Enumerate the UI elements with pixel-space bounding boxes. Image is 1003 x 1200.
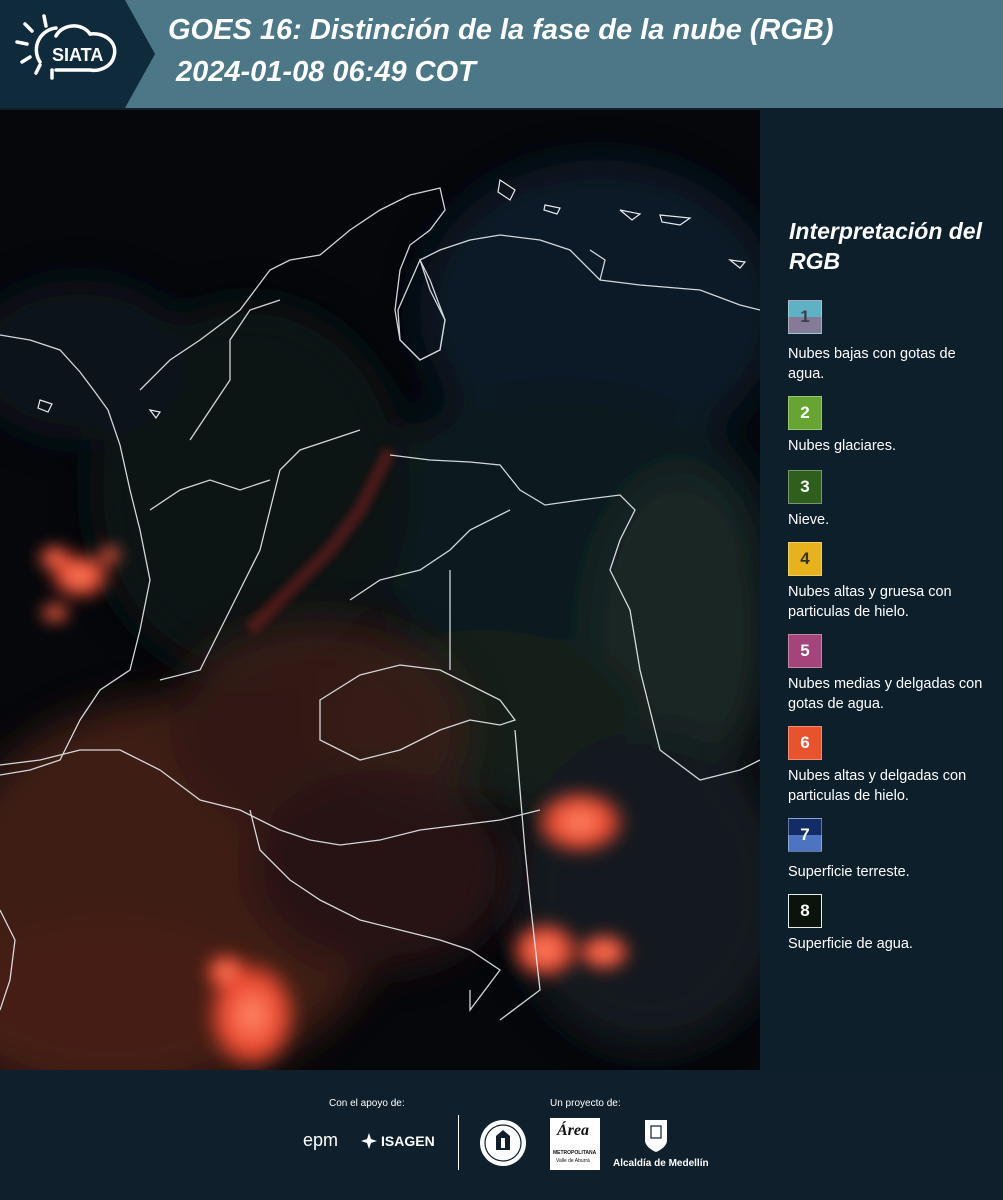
- legend-number-2: 2: [800, 403, 810, 422]
- legend-number-5: 5: [800, 641, 810, 660]
- legend-number-7: 7: [800, 825, 810, 844]
- header-bar: SIATA GOES 16: Distinción de la fase de …: [0, 0, 1003, 108]
- legend-number-1: 1: [800, 307, 810, 326]
- page-title: GOES 16: Distinción de la fase de la nub…: [168, 14, 834, 46]
- legend-label-7: Superficie terreste.: [788, 864, 910, 880]
- legend-swatch-5: 5: [788, 634, 822, 668]
- medellin-shield-icon: [645, 1120, 667, 1152]
- legend-swatch-2: 2: [788, 396, 822, 430]
- epm-logo: epm: [303, 1130, 339, 1150]
- isagen-logo: ISAGEN: [381, 1133, 435, 1149]
- legend-swatch-6: 6: [788, 726, 822, 760]
- area-logo-text: Área: [557, 1122, 589, 1139]
- legend-swatch-7: 7: [788, 818, 822, 852]
- legend-number-8: 8: [800, 901, 810, 920]
- legend-number-4: 4: [800, 549, 810, 568]
- footer-divider: [458, 1115, 459, 1170]
- siata-logo: SIATA: [0, 0, 155, 108]
- support-label: Con el apoyo de:: [329, 1098, 405, 1109]
- satellite-map: [0, 110, 760, 1070]
- legend-label-6: Nubes altas y delgadas con particulas de…: [788, 768, 967, 804]
- page-timestamp: 2024-01-08 06:49 COT: [176, 56, 476, 88]
- legend-label-3: Nieve.: [788, 512, 830, 528]
- siata-logo-text: SIATA: [52, 45, 103, 65]
- area-logo-sub1: METROPOLITANA: [553, 1150, 597, 1156]
- project-label: Un proyecto de:: [550, 1098, 621, 1109]
- legend-label-8: Superficie de agua.: [788, 936, 913, 952]
- isagen-mark-icon: [361, 1133, 377, 1149]
- legend-number-3: 3: [800, 477, 810, 496]
- area-logo-sub2: Valle de Aburrá: [556, 1158, 590, 1164]
- legend-swatch-1: 1: [788, 300, 822, 334]
- legend-label-1: Nubes bajas con gotas de agua.: [788, 346, 956, 382]
- legend-label-4: Nubes altas y gruesa con particulas de h…: [788, 584, 952, 620]
- footer: Con el apoyo de: Un proyecto de: epm ISA…: [0, 1070, 1003, 1200]
- legend-label-5: Nubes medias y delgadas con gotas de agu…: [788, 676, 983, 712]
- legend-swatch-8: 8: [788, 894, 822, 928]
- legend-swatch-3: 3: [788, 470, 822, 504]
- legend-number-6: 6: [800, 733, 810, 752]
- municipal-seal-icon: [480, 1120, 526, 1166]
- alcaldia-logo: Alcaldía de Medellín: [613, 1158, 709, 1169]
- legend-title: Interpretación del RGB: [789, 218, 982, 274]
- legend-label-2: Nubes glaciares.: [788, 438, 896, 454]
- legend-swatch-4: 4: [788, 542, 822, 576]
- rgb-composite-image: [0, 110, 760, 1070]
